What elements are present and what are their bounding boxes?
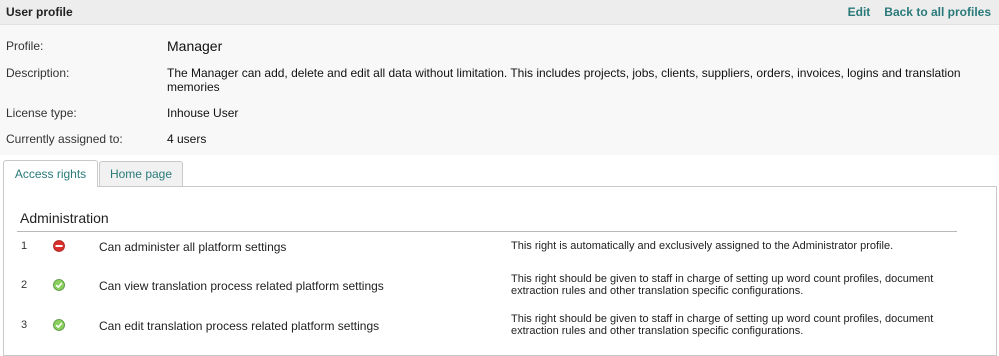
back-to-profiles-link[interactable]: Back to all profiles [884, 5, 991, 19]
profile-value: Manager [167, 38, 223, 54]
assigned-value: 4 users [167, 132, 207, 146]
tab-home-page[interactable]: Home page [99, 161, 183, 186]
license-row: License type: Inhouse User [6, 106, 999, 120]
description-label: Description: [6, 66, 70, 80]
license-value: Inhouse User [167, 106, 239, 120]
right-description: This right should be given to staff in c… [511, 273, 934, 297]
right-name: Can edit translation process related pla… [99, 319, 380, 333]
right-number: 1 [21, 240, 28, 252]
assigned-label: Currently assigned to: [6, 132, 123, 146]
right-number: 2 [21, 279, 28, 291]
right-name: Can view translation process related pla… [99, 279, 384, 293]
description-value: The Manager can add, delete and edit all… [167, 66, 961, 94]
right-name: Can administer all platform settings [99, 240, 287, 254]
page-title: User profile [6, 5, 73, 19]
edit-link[interactable]: Edit [848, 5, 871, 19]
right-description: This right is automatically and exclusiv… [511, 240, 894, 252]
right-description: This right should be given to staff in c… [511, 313, 934, 337]
check-icon [53, 319, 65, 331]
access-rights-panel: Administration 1 Can administer all plat… [3, 186, 997, 356]
section-title: Administration [20, 210, 109, 226]
tab-bar: Access rights Home page [0, 160, 999, 187]
page-header: User profile Edit Back to all profiles [0, 0, 999, 25]
license-label: License type: [6, 106, 77, 120]
profile-details: Profile: Manager Description: The Manage… [0, 25, 999, 155]
check-icon [53, 279, 65, 291]
description-row: Description: The Manager can add, delete… [6, 66, 999, 94]
right-number: 3 [21, 319, 28, 331]
profile-row: Profile: Manager [6, 39, 999, 53]
tab-access-rights[interactable]: Access rights [3, 160, 98, 187]
assigned-row: Currently assigned to: 4 users [6, 132, 999, 146]
section-divider [17, 231, 957, 232]
header-links: Edit Back to all profiles [848, 5, 991, 19]
no-entry-icon [53, 240, 65, 252]
profile-label: Profile: [6, 39, 44, 53]
